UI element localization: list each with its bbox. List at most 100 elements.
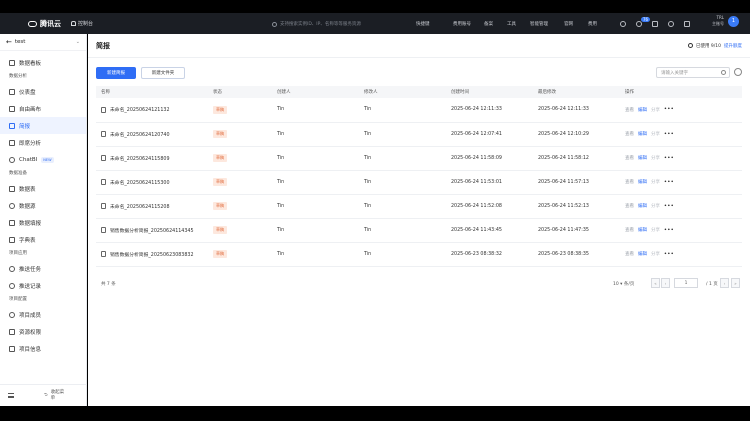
briefing-name[interactable]: 销售数据分析简报_20250624114345 (110, 227, 194, 234)
new-briefing-button[interactable]: 新建简报 (96, 67, 136, 79)
top-nav-item[interactable]: 备案 (484, 21, 504, 27)
sidebar-item-briefing[interactable]: 简报 (0, 117, 86, 134)
more-icon[interactable]: ••• (664, 107, 674, 112)
sidebar-item-chatbi[interactable]: ChatBI NEW (0, 151, 86, 168)
sidebar-item-adhoc-analysis[interactable]: 即席分析 (0, 134, 86, 151)
edit-link[interactable]: 编辑 (638, 203, 647, 209)
share-link[interactable]: 分享 (651, 203, 660, 209)
sidebar-item-datasources[interactable]: 数据源 (0, 197, 86, 214)
top-nav-links: 快捷键 费用账号 备案 工具 智能管理 官网 费用 (416, 13, 606, 34)
collapse-menu-button[interactable]: ⮌ 收起菜单 (44, 390, 67, 402)
view-link[interactable]: 查看 (625, 131, 634, 137)
share-link[interactable]: 分享 (651, 131, 660, 137)
table-row[interactable]: 未命名_20250624115300 草稿 Tin Tin 2025-06-24… (96, 170, 742, 195)
share-link[interactable]: 分享 (651, 107, 660, 113)
edit-link[interactable]: 编辑 (638, 107, 647, 113)
view-link[interactable]: 查看 (625, 107, 634, 113)
message-icon[interactable] (652, 20, 658, 27)
table-row[interactable]: 未命名_20250624120740 草稿 Tin Tin 2025-06-24… (96, 122, 742, 147)
sidebar-item-canvas[interactable]: 自由画布 (0, 100, 86, 117)
sidebar-item-label: 数据填报 (19, 220, 42, 227)
briefing-name[interactable]: 销售数据分析简报_20250623083832 (110, 251, 194, 258)
edit-link[interactable]: 编辑 (638, 131, 647, 137)
more-icon[interactable]: ••• (664, 228, 674, 233)
page-number-input[interactable]: 1 (674, 278, 698, 288)
search-icon[interactable] (721, 70, 726, 75)
briefing-name[interactable]: 未命名_20250624115300 (110, 179, 170, 186)
table-row[interactable]: 销售数据分析简报_20250623083832 草稿 Tin Tin 2025-… (96, 242, 742, 267)
sidebar-item-permissions[interactable]: 资源权限 (0, 323, 86, 340)
first-page-button[interactable]: « (651, 278, 660, 288)
sidebar-group-title: 项目配置 (9, 297, 27, 302)
sidebar-item-dashboard[interactable]: 数据看板 (0, 54, 86, 71)
upgrade-link[interactable]: 提升额度 (724, 43, 742, 49)
sidebar-item-push-tasks[interactable]: 推送任务 (0, 260, 86, 277)
briefing-name[interactable]: 未命名_20250624115208 (110, 203, 170, 210)
avatar[interactable]: 1 (728, 15, 739, 27)
table-row[interactable]: 销售数据分析简报_20250624114345 草稿 Tin Tin 2025-… (96, 218, 742, 243)
top-nav-item[interactable]: 官网 (564, 21, 584, 27)
sidebar-item-datasets[interactable]: 数据表 (0, 180, 86, 197)
refresh-icon[interactable] (734, 68, 742, 76)
edit-link[interactable]: 编辑 (638, 251, 647, 257)
top-nav-item[interactable]: 费用账号 (453, 21, 481, 27)
more-icon[interactable]: ••• (664, 132, 674, 137)
bell-icon[interactable]: 76 (636, 16, 651, 27)
briefing-name[interactable]: 未命名_20250624115809 (110, 155, 170, 162)
new-folder-button[interactable]: 新建文件夹 (141, 67, 185, 79)
more-icon[interactable]: ••• (664, 204, 674, 209)
global-search[interactable]: 支持搜索实例ID、IP、名称等等服务资源 (272, 19, 402, 29)
page-size-select[interactable]: 10 ▾ 条/页 (613, 281, 634, 287)
keyword-search-input[interactable]: 请输入关键字 (656, 67, 730, 78)
briefing-name[interactable]: 未命名_20250624120740 (110, 131, 170, 138)
document-icon (101, 179, 106, 185)
sidebar-item-dashboards[interactable]: 仪表盘 (0, 83, 86, 100)
view-link[interactable]: 查看 (625, 179, 634, 185)
top-nav-item[interactable]: 智能管理 (530, 21, 560, 27)
sidebar-item-members[interactable]: 项目成员 (0, 306, 86, 323)
edit-link[interactable]: 编辑 (638, 179, 647, 185)
share-link[interactable]: 分享 (651, 155, 660, 161)
top-nav-item[interactable]: 快捷键 (416, 21, 443, 27)
share-link[interactable]: 分享 (651, 179, 660, 185)
project-switcher[interactable]: ← test ⌄ (0, 34, 86, 51)
column-header: 名称 (96, 86, 208, 98)
sidebar-item-push-records[interactable]: 推送记录 (0, 277, 86, 294)
edit-link[interactable]: 编辑 (638, 227, 647, 233)
view-link[interactable]: 查看 (625, 227, 634, 233)
last-page-button[interactable]: » (731, 278, 740, 288)
home-icon (71, 21, 76, 26)
next-page-button[interactable]: › (720, 278, 729, 288)
console-home-link[interactable]: 控制台 (71, 20, 93, 27)
back-arrow-icon[interactable]: ← (6, 38, 12, 46)
user-menu[interactable]: TRL 主账号 1 (712, 15, 739, 27)
compass-icon[interactable] (620, 20, 626, 27)
more-icon[interactable]: ••• (664, 156, 674, 161)
more-icon[interactable]: ••• (664, 180, 674, 185)
brand-logo[interactable]: 腾讯云 (28, 19, 61, 29)
more-icon[interactable]: ••• (664, 252, 674, 257)
table-row[interactable]: 未命名_20250624115809 草稿 Tin Tin 2025-06-24… (96, 146, 742, 171)
page-title: 简报 (96, 41, 110, 50)
share-link[interactable]: 分享 (651, 227, 660, 233)
share-link[interactable]: 分享 (651, 251, 660, 257)
sidebar-item-data-entry[interactable]: 数据填报 (0, 214, 86, 231)
chevron-down-icon[interactable]: ⌄ (76, 39, 80, 45)
view-link[interactable]: 查看 (625, 203, 634, 209)
table-row[interactable]: 未命名_20250624121132 草稿 Tin Tin 2025-06-24… (96, 98, 742, 123)
view-link[interactable]: 查看 (625, 155, 634, 161)
gear-icon[interactable] (668, 20, 674, 27)
top-nav-item[interactable]: 工具 (507, 21, 527, 27)
layout-icon[interactable] (684, 20, 690, 27)
top-nav-item[interactable]: 费用 (588, 21, 606, 27)
table-row[interactable]: 未命名_20250624115208 草稿 Tin Tin 2025-06-24… (96, 194, 742, 219)
sidebar-item-project-info[interactable]: 项目信息 (0, 340, 86, 357)
sidebar-item-dictionary[interactable]: 字典表 (0, 231, 86, 248)
created-time-cell: 2025-06-24 11:58:09 (446, 146, 533, 171)
briefing-name[interactable]: 未命名_20250624121132 (110, 106, 170, 113)
view-link[interactable]: 查看 (625, 251, 634, 257)
user-name: TRL 主账号 (712, 15, 724, 27)
edit-link[interactable]: 编辑 (638, 155, 647, 161)
menu-icon[interactable] (8, 393, 14, 398)
prev-page-button[interactable]: ‹ (661, 278, 670, 288)
